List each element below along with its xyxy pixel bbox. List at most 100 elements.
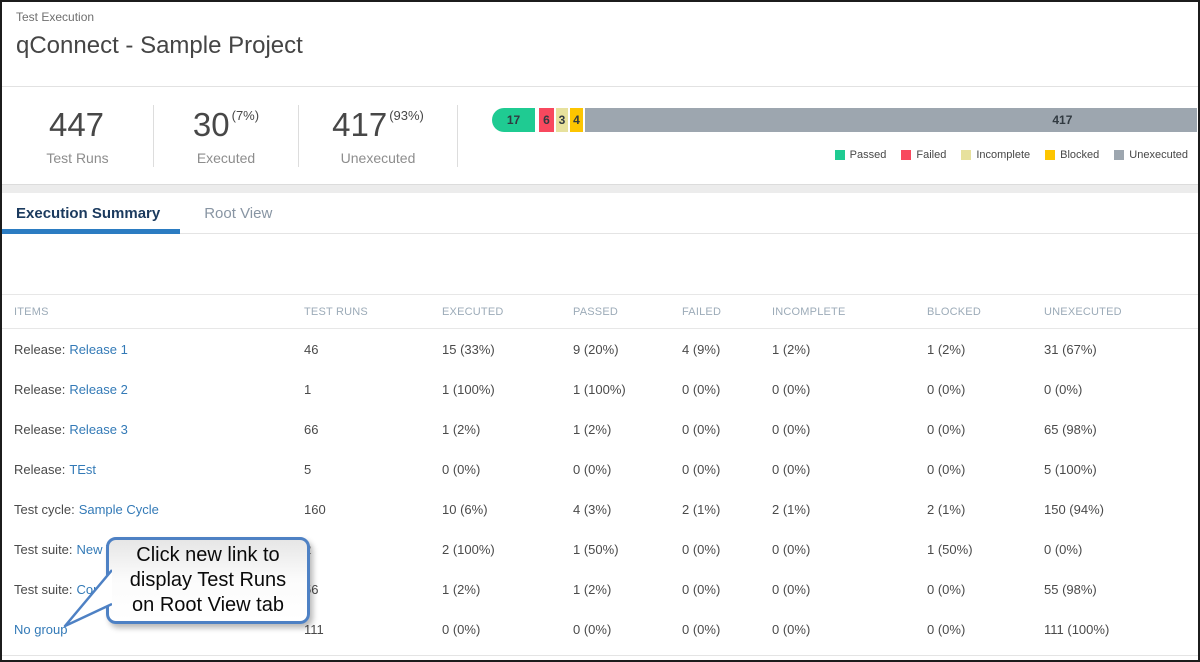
callout-text-line: display Test Runs [109, 568, 307, 593]
cell-unexecuted: 150 (94%) [1044, 502, 1198, 517]
item-type-label: Release: [14, 462, 65, 477]
stat-label: Executed [197, 150, 255, 166]
cell-incomplete: 2 (1%) [772, 502, 927, 517]
item-link-release-2[interactable]: Release 2 [69, 382, 128, 397]
bar-segment-incomplete: 3 [556, 108, 568, 132]
cell-unexecuted: 55 (98%) [1044, 582, 1198, 597]
table-row: Release:Release 211 (100%)1 (100%)0 (0%)… [2, 369, 1198, 409]
column-header-failed: FAILED [682, 306, 772, 318]
cell-test-runs: 160 [304, 502, 442, 517]
item-link-test[interactable]: TEst [69, 462, 96, 477]
cell-executed: 1 (2%) [442, 422, 573, 437]
cell-executed: 0 (0%) [442, 462, 573, 477]
cell-passed: 9 (20%) [573, 342, 682, 357]
legend-item-unexecuted: Unexecuted [1114, 149, 1188, 161]
cell-unexecuted: 111 (100%) [1044, 622, 1198, 637]
legend-swatch-passed [835, 150, 845, 160]
table-row: Release:TEst50 (0%)0 (0%)0 (0%)0 (0%)0 (… [2, 449, 1198, 489]
stacked-progress-bar: 17634 417 [492, 108, 1197, 132]
table-row: Release:Release 3661 (2%)1 (2%)0 (0%)0 (… [2, 409, 1198, 449]
cell-blocked: 0 (0%) [927, 462, 1044, 477]
stat-test-runs: 447Test Runs [2, 87, 153, 184]
active-tab-indicator [2, 229, 180, 234]
stat-percent: (93%) [389, 109, 424, 122]
cell-failed: 0 (0%) [682, 582, 772, 597]
table-row: Test cycle:Sample Cycle16010 (6%)4 (3%)2… [2, 489, 1198, 529]
cell-incomplete: 1 (2%) [772, 342, 927, 357]
stat-value-row: 417(93%) [332, 108, 424, 141]
cell-blocked: 1 (50%) [927, 542, 1044, 557]
cell-test-runs: 56 [304, 582, 442, 597]
cell-failed: 0 (0%) [682, 542, 772, 557]
column-header-incomplete: INCOMPLETE [772, 306, 927, 318]
section-divider [2, 184, 1198, 193]
cell-test-runs: 66 [304, 422, 442, 437]
legend-swatch-blocked [1045, 150, 1055, 160]
bar-segment-value: 417 [1052, 113, 1072, 127]
cell-incomplete: 0 (0%) [772, 382, 927, 397]
cell-incomplete: 0 (0%) [772, 542, 927, 557]
cell-test-runs: 2 [304, 542, 442, 557]
tab-bar: Execution Summary Root View [2, 193, 1198, 234]
cell-test-runs: 5 [304, 462, 442, 477]
legend-item-incomplete: Incomplete [961, 149, 1030, 161]
item-cell: Release: Release 2 [14, 382, 304, 397]
table-bottom-border [2, 655, 1198, 656]
stat-value-row: 447 [49, 108, 106, 141]
callout-tail-icon [54, 564, 112, 632]
cell-executed: 0 (0%) [442, 622, 573, 637]
cell-failed: 0 (0%) [682, 622, 772, 637]
cell-incomplete: 0 (0%) [772, 582, 927, 597]
cell-failed: 2 (1%) [682, 502, 772, 517]
column-header-items: ITEMS [14, 306, 304, 318]
cell-executed: 1 (2%) [442, 582, 573, 597]
item-cell: Test cycle:Sample Cycle [14, 502, 304, 517]
column-header-passed: PASSED [573, 306, 682, 318]
legend-item-failed: Failed [901, 149, 946, 161]
item-type-label: Release: [14, 382, 65, 397]
tab-root-view[interactable]: Root View [204, 205, 272, 222]
column-header-unexecuted: UNEXECUTED [1044, 306, 1198, 318]
bar-segment-passed: 17 [492, 108, 535, 132]
cell-executed: 15 (33%) [442, 342, 573, 357]
legend-swatch-failed [901, 150, 911, 160]
cell-passed: 1 (50%) [573, 542, 682, 557]
bar-segment-unexecuted: 417 [585, 108, 1197, 132]
stat-value: 447 [49, 108, 104, 141]
cell-blocked: 0 (0%) [927, 622, 1044, 637]
cell-executed: 10 (6%) [442, 502, 573, 517]
cell-passed: 1 (2%) [573, 582, 682, 597]
cell-unexecuted: 0 (0%) [1044, 542, 1198, 557]
cell-test-runs: 111 [304, 622, 442, 637]
callout-text-line: on Root View tab [109, 593, 307, 618]
cell-incomplete: 0 (0%) [772, 462, 927, 477]
stat-value-row: 30(7%) [193, 108, 259, 141]
cell-failed: 4 (9%) [682, 342, 772, 357]
tab-execution-summary[interactable]: Execution Summary [16, 205, 160, 222]
item-link-release-3[interactable]: Release 3 [69, 422, 128, 437]
cell-passed: 0 (0%) [573, 462, 682, 477]
legend-swatch-incomplete [961, 150, 971, 160]
legend-swatch-unexecuted [1114, 150, 1124, 160]
summary-section: 447Test Runs30(7%)Executed417(93%)Unexec… [2, 87, 1198, 184]
cell-passed: 1 (100%) [573, 382, 682, 397]
cell-failed: 0 (0%) [682, 462, 772, 477]
app-window: Test Execution qConnect - Sample Project… [0, 0, 1200, 662]
legend-label: Unexecuted [1129, 149, 1188, 161]
column-header-executed: EXECUTED [442, 306, 573, 318]
item-type-label: Release: [14, 342, 65, 357]
item-cell: Release: TEst [14, 462, 304, 477]
stat-executed: 30(7%) Executed [154, 87, 298, 184]
bar-segment-blocked: 4 [570, 108, 583, 132]
bar-segment-failed: 6 [539, 108, 554, 132]
cell-blocked: 0 (0%) [927, 422, 1044, 437]
item-link-release-1[interactable]: Release 1 [69, 342, 128, 357]
bar-segment-value: 4 [573, 113, 580, 127]
legend-label: Passed [850, 149, 887, 161]
legend-label: Failed [916, 149, 946, 161]
execution-progress-chart: 17634 417 Passed Failed Incomplete Blocked Un… [458, 87, 1198, 184]
stat-unexecuted: 417(93%)Unexecuted [299, 87, 457, 184]
cell-incomplete: 0 (0%) [772, 622, 927, 637]
legend-label: Blocked [1060, 149, 1099, 161]
item-link-sample-cycle[interactable]: Sample Cycle [79, 502, 159, 517]
